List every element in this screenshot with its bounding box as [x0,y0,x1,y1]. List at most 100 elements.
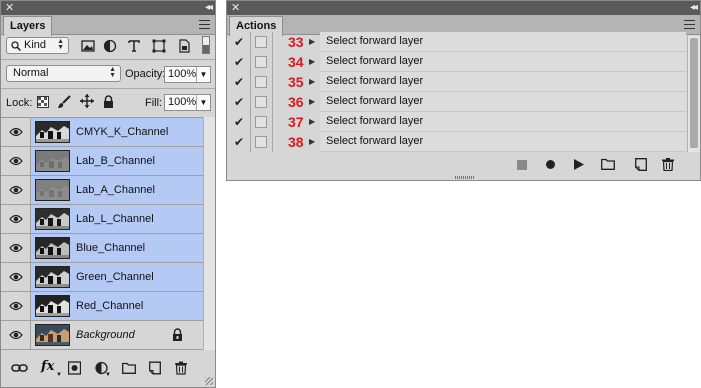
action-name[interactable]: Select forward layer [320,92,686,112]
link-layers-icon[interactable] [11,361,28,375]
visibility-toggle[interactable] [1,321,31,349]
expand-triangle-icon[interactable]: ▶ [309,117,315,127]
new-set-folder-icon[interactable] [601,158,615,170]
action-row[interactable]: ✔ 37 ▶ Select forward layer [227,112,686,132]
actions-panel-titlebar[interactable]: ✕ ◂◂ [227,1,700,15]
actions-scrollbar[interactable] [687,36,700,152]
toggle-dialog[interactable] [251,52,273,72]
shape-filter-icon[interactable] [152,39,166,53]
blend-mode-select[interactable]: Normal ▲ ▼ [6,65,121,82]
layer-style-fx-button[interactable]: fx [41,359,54,374]
visibility-toggle[interactable] [1,292,31,320]
image-filter-icon[interactable] [81,39,95,53]
new-action-icon[interactable] [635,158,647,171]
record-icon[interactable] [545,159,556,170]
expand-triangle-icon[interactable]: ▶ [309,97,315,107]
filter-kind-select[interactable]: Kind ▲ ▼ [6,37,69,54]
layer-row[interactable]: Green_Channel [1,263,203,292]
close-icon[interactable]: ✕ [231,1,240,15]
lock-transparent-pixels-icon[interactable] [37,96,49,108]
layer-name: Red_Channel [76,300,144,312]
resize-grip[interactable] [205,377,213,385]
layer-row[interactable]: Lab_L_Channel [1,205,203,234]
action-row[interactable]: ✔ 36 ▶ Select forward layer [227,92,686,112]
tab-layers[interactable]: Layers [3,16,53,36]
dropdown-indicator: ▼ [105,372,111,378]
action-name[interactable]: Select forward layer [320,72,686,92]
action-name[interactable]: Select forward layer [320,32,686,52]
lock-position-icon[interactable] [80,94,94,108]
add-mask-icon[interactable] [68,361,81,375]
layer-row[interactable]: Background [1,321,203,350]
layers-panel-titlebar[interactable]: ✕ ◂◂ [1,1,215,15]
visibility-toggle[interactable] [1,118,31,146]
layer-thumbnail [35,295,70,317]
layer-row[interactable]: Lab_B_Channel [1,147,203,176]
toggle-dialog[interactable] [251,32,273,52]
adjustment-filter-icon[interactable] [103,39,117,53]
chevron-down-icon[interactable]: ▼ [196,67,210,82]
opacity-field[interactable]: 100% ▼ [164,66,211,83]
layer-row[interactable]: Red_Channel [1,292,203,321]
stop-icon[interactable] [517,160,527,170]
expand-triangle-icon[interactable]: ▶ [309,57,315,67]
expand-triangle-icon[interactable]: ▶ [309,77,315,87]
opacity-label: Opacity: [125,68,166,80]
visibility-toggle[interactable] [1,147,31,175]
toggle-dialog[interactable] [251,132,273,152]
chevron-down-icon[interactable]: ▼ [196,95,210,110]
toggle-item[interactable]: ✔ [227,52,251,72]
visibility-toggle[interactable] [1,234,31,262]
trash-icon[interactable] [175,361,187,375]
toggle-item[interactable]: ✔ [227,112,251,132]
layer-thumbnail [35,266,70,288]
fill-field[interactable]: 100% ▼ [164,94,211,111]
action-row[interactable]: ✔ 38 ▶ Select forward layer [227,132,686,152]
new-group-folder-icon[interactable] [122,361,136,375]
toggle-item[interactable]: ✔ [227,92,251,112]
action-name[interactable]: Select forward layer [320,52,686,72]
action-name[interactable]: Select forward layer [320,112,686,132]
close-icon[interactable]: ✕ [5,1,14,15]
scrollbar-thumb[interactable] [690,38,698,148]
layer-thumbnail [35,150,70,172]
collapse-icon[interactable]: ◂◂ [205,1,213,15]
action-row[interactable]: ✔ 33 ▶ Select forward layer [227,32,686,52]
action-step-number: 35 [288,74,304,90]
resize-grip[interactable] [455,176,475,179]
panel-menu-icon[interactable] [684,20,695,29]
smart-object-filter-icon[interactable] [177,39,191,53]
layer-row[interactable]: Lab_A_Channel [1,176,203,205]
trash-icon[interactable] [662,158,674,171]
action-row[interactable]: ✔ 35 ▶ Select forward layer [227,72,686,92]
toggle-item[interactable]: ✔ [227,132,251,152]
layers-scrollbar[interactable] [203,117,215,350]
toggle-item[interactable]: ✔ [227,32,251,52]
action-name[interactable]: Select forward layer [320,132,686,152]
new-layer-icon[interactable] [149,361,161,375]
dialog-toggle-box-icon [255,96,267,108]
divider [1,88,215,89]
play-icon[interactable] [574,159,584,170]
visibility-toggle[interactable] [1,176,31,204]
lock-image-pixels-icon[interactable] [57,95,71,109]
action-row[interactable]: ✔ 34 ▶ Select forward layer [227,52,686,72]
toggle-item[interactable]: ✔ [227,72,251,92]
layer-row[interactable]: CMYK_K_Channel [1,118,203,147]
dialog-toggle-box-icon [255,116,267,128]
layer-row[interactable]: Blue_Channel [1,234,203,263]
toggle-dialog[interactable] [251,72,273,92]
eye-icon [9,272,23,282]
expand-triangle-icon[interactable]: ▶ [309,37,315,47]
visibility-toggle[interactable] [1,263,31,291]
type-filter-icon[interactable] [127,39,141,53]
toggle-dialog[interactable] [251,92,273,112]
collapse-icon[interactable]: ◂◂ [690,1,698,15]
panel-menu-icon[interactable] [199,20,210,29]
toggle-dialog[interactable] [251,112,273,132]
opacity-value: 100% [168,68,197,80]
filter-toggle-switch[interactable] [202,36,210,54]
lock-all-icon[interactable] [103,95,114,108]
visibility-toggle[interactable] [1,205,31,233]
expand-triangle-icon[interactable]: ▶ [309,137,315,147]
